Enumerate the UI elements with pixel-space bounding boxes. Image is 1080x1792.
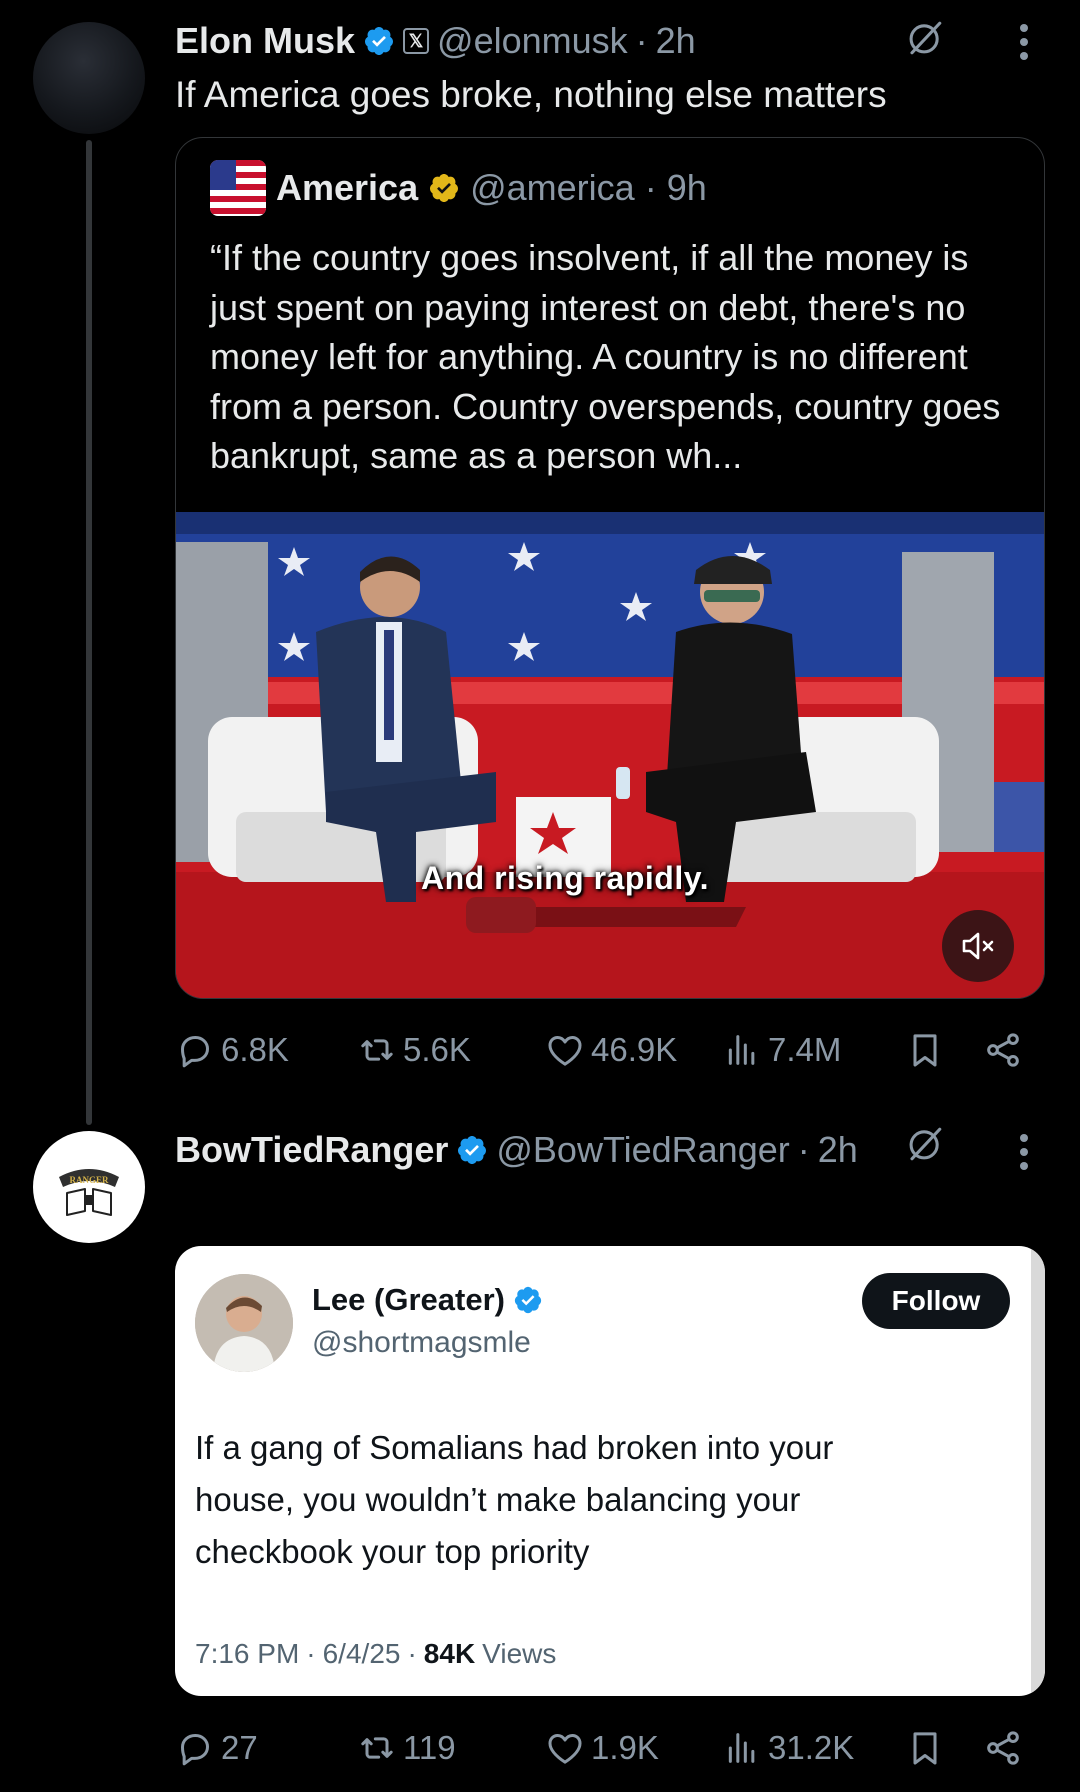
repost-icon — [361, 1039, 393, 1061]
views-count: 31.2K — [768, 1729, 855, 1766]
embedded-author-handle[interactable]: @shortmagsmle — [312, 1326, 531, 1360]
muted-speaker-icon — [962, 932, 994, 960]
embedded-author-name-row: Lee (Greater) — [312, 1282, 543, 1318]
embedded-screenshot[interactable]: Lee (Greater) @shortmagsmle Follow If a … — [175, 1246, 1045, 1696]
quote-video[interactable]: And rising rapidly. — [176, 512, 1044, 998]
separator-dot: · — [797, 1129, 810, 1170]
views-chart-icon — [728, 1733, 755, 1763]
quoted-tweet-card[interactable]: America @america · 9h “If the country go… — [175, 137, 1045, 999]
verified-gold-badge-icon — [430, 174, 459, 202]
repost-count: 5.6K — [403, 1031, 471, 1068]
reply-button[interactable]: 6.8K — [175, 1030, 289, 1070]
embedded-author-name[interactable]: Lee (Greater) — [312, 1282, 505, 1318]
repost-button[interactable]: 5.6K — [357, 1030, 471, 1070]
embedded-views-label: Views — [482, 1638, 557, 1669]
bookmark-button[interactable] — [905, 1030, 945, 1075]
share-icon — [987, 1731, 1019, 1765]
x-affiliate-icon: 𝕏 — [403, 28, 430, 54]
reply-button[interactable]: 27 — [175, 1728, 258, 1768]
bookmark-button[interactable] — [905, 1728, 945, 1773]
heart-icon — [548, 1734, 582, 1764]
share-button[interactable] — [983, 1728, 1023, 1773]
ranger-tab-text: RANGER — [69, 1175, 109, 1185]
thread-line — [86, 140, 92, 1125]
follow-button[interactable]: Follow — [864, 1275, 1008, 1327]
more-options-icon[interactable] — [1012, 22, 1036, 62]
bookmark-icon — [913, 1034, 937, 1067]
repost-icon — [361, 1737, 393, 1759]
share-icon — [987, 1033, 1019, 1067]
avatar[interactable] — [33, 22, 145, 134]
separator-dot: · — [306, 1638, 316, 1669]
avatar[interactable]: RANGER — [33, 1131, 145, 1243]
quote-text: “If the country goes insolvent, if all t… — [210, 237, 1001, 476]
repost-button[interactable]: 119 — [357, 1728, 456, 1768]
video-scene — [176, 512, 1044, 998]
reply-icon — [181, 1734, 209, 1766]
embedded-post-time: 7:16 PM — [195, 1638, 300, 1669]
post-time[interactable]: 2h — [656, 20, 696, 62]
post-time[interactable]: 2h — [818, 1129, 858, 1171]
embedded-views-count: 84K — [423, 1638, 476, 1669]
author-name[interactable]: Elon Musk — [175, 20, 355, 62]
repost-count: 119 — [403, 1729, 456, 1766]
author-handle[interactable]: @elonmusk — [437, 20, 628, 62]
reply-count: 6.8K — [221, 1031, 289, 1068]
avatar[interactable] — [195, 1274, 293, 1372]
heart-icon — [548, 1036, 582, 1066]
views-button[interactable]: 7.4M — [722, 1030, 841, 1070]
share-button[interactable] — [983, 1030, 1023, 1075]
quote-author-handle[interactable]: @america — [470, 167, 635, 209]
author-name[interactable]: BowTiedRanger — [175, 1129, 448, 1171]
us-flag-icon — [210, 160, 266, 216]
views-count: 7.4M — [768, 1031, 842, 1068]
video-caption: And rising rapidly. — [420, 860, 710, 896]
views-chart-icon — [728, 1035, 755, 1065]
bookmark-icon — [913, 1732, 937, 1765]
embedded-post-date: 6/4/25 — [322, 1638, 401, 1669]
reply-count: 27 — [221, 1729, 258, 1766]
quote-author-name[interactable]: America — [276, 167, 418, 209]
like-count: 1.9K — [591, 1729, 659, 1766]
like-button[interactable]: 1.9K — [545, 1728, 659, 1768]
separator-dot: · — [407, 1638, 417, 1669]
tweet-text: If America goes broke, nothing else matt… — [175, 74, 887, 115]
embedded-post-text: If a gang of Somalians had broken into y… — [195, 1429, 834, 1570]
separator-dot: · — [635, 20, 648, 61]
tweet-header: BowTiedRanger @BowTiedRanger · 2h — [175, 1124, 858, 1176]
reply-icon — [181, 1036, 209, 1068]
verified-badge-icon — [458, 1136, 487, 1164]
verified-badge-icon — [514, 1286, 542, 1314]
quote-post-time[interactable]: 9h — [667, 167, 707, 209]
embedded-scroll-edge — [1031, 1246, 1045, 1696]
grok-icon[interactable] — [905, 1124, 945, 1169]
author-handle[interactable]: @BowTiedRanger — [496, 1129, 789, 1171]
quote-header: America @america · 9h — [210, 160, 707, 216]
views-button[interactable]: 31.2K — [722, 1728, 854, 1768]
separator-dot: · — [644, 167, 657, 208]
like-count: 46.9K — [591, 1031, 678, 1068]
grok-icon[interactable] — [905, 18, 945, 63]
tweet-header: Elon Musk 𝕏 @elonmusk · 2h — [175, 16, 696, 66]
verified-badge-icon — [365, 27, 394, 55]
mute-button[interactable] — [942, 910, 1014, 982]
like-button[interactable]: 46.9K — [545, 1030, 677, 1070]
more-options-icon[interactable] — [1012, 1132, 1036, 1172]
embedded-post-meta: 7:16 PM · 6/4/25 · 84K Views — [195, 1638, 556, 1670]
